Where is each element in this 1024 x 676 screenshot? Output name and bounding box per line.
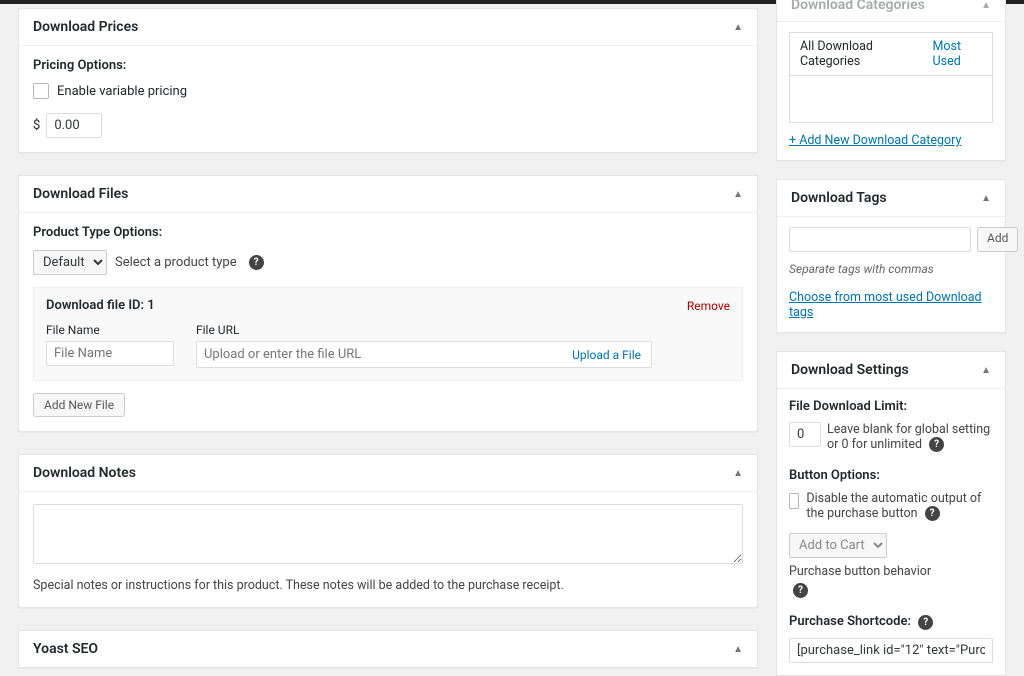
collapse-icon: ▲ — [981, 193, 991, 204]
panel-download-prices: Download Prices ▲ Pricing Options: Enabl… — [18, 8, 758, 153]
panel-title: Download Files — [33, 186, 128, 202]
variable-pricing-checkbox[interactable] — [33, 83, 49, 99]
panel-header-settings[interactable]: Download Settings ▲ — [777, 352, 1005, 389]
collapse-icon: ▲ — [981, 365, 991, 376]
pricing-options-label: Pricing Options: — [33, 58, 743, 73]
file-limit-help: Leave blank for global setting or 0 for … — [827, 422, 993, 452]
panel-title: Download Tags — [791, 190, 887, 206]
panel-download-tags: Download Tags ▲ Add Separate tags with c… — [776, 179, 1006, 333]
file-id-label: Download file ID: 1 — [46, 298, 155, 313]
panel-title: Download Settings — [791, 362, 909, 378]
panel-download-settings: Download Settings ▲ File Download Limit:… — [776, 351, 1006, 676]
remove-file-link[interactable]: Remove — [687, 299, 730, 313]
file-name-input[interactable] — [46, 341, 174, 366]
product-type-label: Product Type Options: — [33, 225, 743, 240]
add-category-link[interactable]: + Add New Download Category — [789, 133, 961, 148]
file-url-column-label: File URL — [196, 323, 652, 337]
panel-header-prices[interactable]: Download Prices ▲ — [19, 9, 757, 46]
button-options-label: Button Options: — [789, 468, 993, 483]
panel-download-categories: Download Categories ▲ All Download Categ… — [776, 0, 1006, 161]
disable-purchase-button-checkbox[interactable] — [789, 493, 799, 509]
file-name-column-label: File Name — [46, 323, 174, 337]
file-url-input[interactable] — [197, 342, 562, 367]
help-icon[interactable]: ? — [929, 437, 944, 452]
help-icon[interactable]: ? — [918, 615, 933, 630]
product-type-select[interactable]: Default — [33, 250, 107, 275]
category-tabs: All Download Categories Most Used — [789, 32, 993, 75]
purchase-behavior-label: Purchase button behavior — [789, 564, 931, 579]
panel-header-notes[interactable]: Download Notes ▲ — [19, 455, 757, 492]
currency-symbol: $ — [33, 118, 40, 133]
panel-download-files: Download Files ▲ Product Type Options: D… — [18, 175, 758, 432]
collapse-icon: ▲ — [733, 189, 743, 200]
file-limit-label: File Download Limit: — [789, 399, 993, 414]
add-new-file-button[interactable]: Add New File — [33, 393, 125, 417]
help-icon[interactable]: ? — [249, 255, 264, 270]
category-list-box[interactable] — [789, 75, 993, 123]
tag-help-text: Separate tags with commas — [789, 262, 993, 276]
shortcode-field[interactable] — [789, 638, 993, 663]
upload-file-link[interactable]: Upload a File — [562, 348, 651, 362]
add-tag-button[interactable]: Add — [977, 227, 1018, 252]
panel-yoast-seo: Yoast SEO ▲ — [18, 630, 758, 668]
product-type-help-text: Select a product type — [115, 255, 237, 270]
tab-all-categories[interactable]: All Download Categories — [790, 33, 923, 75]
choose-tags-link[interactable]: Choose from most used Download tags — [789, 290, 993, 320]
panel-header-files[interactable]: Download Files ▲ — [19, 176, 757, 213]
disable-purchase-label: Disable the automatic output of the purc… — [806, 491, 993, 521]
collapse-icon: ▲ — [733, 468, 743, 479]
panel-title: Download Categories — [791, 0, 925, 13]
panel-download-notes: Download Notes ▲ Special notes or instru… — [18, 454, 758, 608]
panel-header-yoast[interactable]: Yoast SEO ▲ — [19, 631, 757, 667]
panel-title: Download Prices — [33, 19, 138, 35]
help-icon[interactable]: ? — [925, 506, 940, 521]
notes-description: Special notes or instructions for this p… — [33, 578, 743, 593]
panel-title: Yoast SEO — [33, 641, 98, 657]
panel-header-tags[interactable]: Download Tags ▲ — [777, 180, 1005, 217]
variable-pricing-label: Enable variable pricing — [57, 84, 187, 99]
purchase-behavior-select[interactable]: Add to Cart — [789, 533, 887, 558]
shortcode-label: Purchase Shortcode: ? — [789, 614, 993, 629]
tag-input[interactable] — [789, 227, 971, 252]
tab-most-used[interactable]: Most Used — [923, 33, 992, 75]
collapse-icon: ▲ — [733, 644, 743, 655]
price-input[interactable] — [46, 113, 102, 138]
panel-header-categories[interactable]: Download Categories ▲ — [777, 0, 1005, 22]
collapse-icon: ▲ — [981, 0, 991, 11]
help-icon[interactable]: ? — [793, 583, 808, 598]
file-entry: Download file ID: 1 Remove File Name Fil… — [33, 287, 743, 381]
file-limit-input[interactable] — [789, 422, 821, 447]
collapse-icon: ▲ — [733, 22, 743, 33]
notes-textarea[interactable] — [33, 504, 743, 564]
panel-title: Download Notes — [33, 465, 136, 481]
